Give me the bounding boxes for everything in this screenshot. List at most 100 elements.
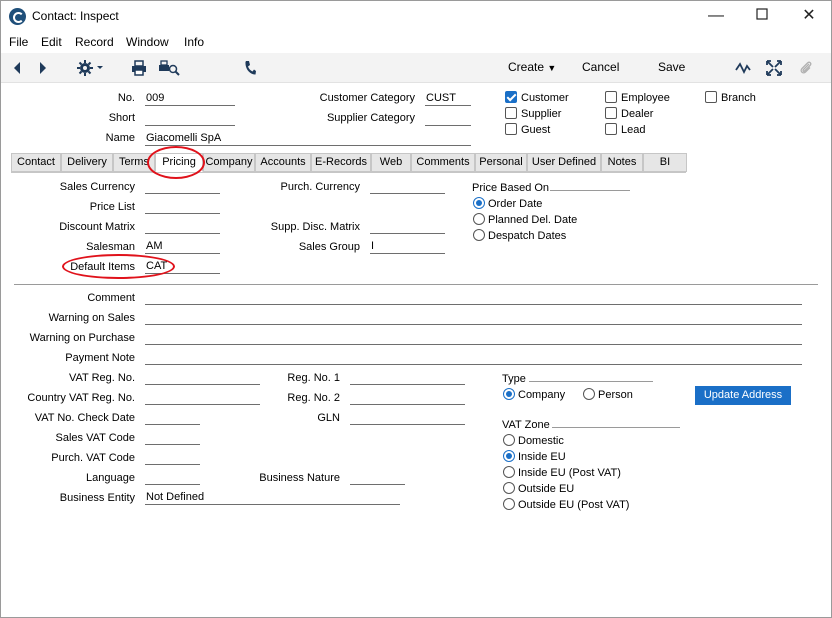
supp-disc-matrix-label: Supp. Disc. Matrix	[270, 221, 360, 233]
order-date-radio[interactable]	[473, 197, 485, 209]
pricing-tab-highlight	[147, 146, 205, 179]
salesman-field[interactable]: AM	[145, 239, 220, 254]
gear-icon[interactable]	[76, 59, 104, 77]
create-button-label: Create	[508, 60, 545, 74]
update-address-button[interactable]: Update Address	[695, 386, 791, 405]
tab-user-defined[interactable]: User Defined	[527, 153, 601, 172]
lead-checkbox[interactable]	[605, 123, 617, 135]
tab-web[interactable]: Web	[371, 153, 411, 172]
expand-icon[interactable]	[766, 59, 782, 77]
short-label: Short	[108, 112, 135, 124]
sales-currency-field[interactable]	[145, 179, 220, 194]
customer-category-field[interactable]: CUST	[425, 91, 471, 106]
purch-currency-field[interactable]	[370, 179, 445, 194]
guest-checkbox[interactable]	[505, 123, 517, 135]
outside-eu-post-vat-radio[interactable]	[503, 498, 515, 510]
despatch-dates-radio[interactable]	[473, 229, 485, 241]
sales-vat-code-field[interactable]	[145, 430, 200, 445]
guest-checkbox-label: Guest	[521, 124, 551, 136]
outside-eu-post-vat-label: Outside EU (Post VAT)	[518, 499, 630, 511]
tab-company[interactable]: Company	[203, 153, 255, 172]
customer-category-label: Customer Category	[319, 92, 415, 104]
tab-comments[interactable]: Comments	[411, 153, 475, 172]
tab-accounts[interactable]: Accounts	[255, 153, 311, 172]
business-entity-field[interactable]: Not Defined	[145, 490, 400, 505]
price-list-label: Price List	[89, 201, 135, 213]
menu-info[interactable]: Info	[184, 35, 204, 49]
business-nature-field[interactable]	[350, 470, 405, 485]
sales-group-field[interactable]: I	[370, 239, 445, 254]
supplier-category-field[interactable]	[425, 111, 471, 126]
no-label: No.	[117, 92, 135, 104]
dealer-checkbox[interactable]	[605, 107, 617, 119]
supplier-checkbox[interactable]	[505, 107, 517, 119]
tab-personal[interactable]: Personal	[475, 153, 527, 172]
print-preview-icon[interactable]	[158, 59, 180, 77]
create-button[interactable]: Create ▼	[508, 60, 556, 74]
payment-note-field[interactable]	[145, 350, 802, 365]
price-based-on-rule	[550, 190, 630, 191]
person-radio-label: Person	[598, 389, 633, 401]
tab-e-records[interactable]: E-Records	[311, 153, 371, 172]
reg-no-2-field[interactable]	[350, 390, 465, 405]
outside-eu-radio[interactable]	[503, 482, 515, 494]
language-field[interactable]	[145, 470, 200, 485]
default-items-highlight	[62, 254, 175, 279]
price-list-field[interactable]	[145, 199, 220, 214]
vat-check-date-field[interactable]	[145, 410, 200, 425]
discount-matrix-field[interactable]	[145, 219, 220, 234]
tab-bi[interactable]: BI	[643, 153, 687, 172]
tab-notes[interactable]: Notes	[601, 153, 643, 172]
company-radio-label: Company	[518, 389, 566, 401]
inside-eu-radio[interactable]	[503, 450, 515, 462]
vat-zone-rule	[552, 427, 680, 428]
tab-contact[interactable]: Contact	[11, 153, 61, 172]
print-icon[interactable]	[131, 59, 147, 77]
supp-disc-matrix-field[interactable]	[370, 219, 445, 234]
purch-vat-code-field[interactable]	[145, 450, 200, 465]
company-radio[interactable]	[503, 388, 515, 400]
name-field[interactable]: Giacomelli SpA	[145, 131, 471, 146]
planned-del-date-label: Planned Del. Date	[488, 214, 578, 226]
warning-on-sales-field[interactable]	[145, 310, 802, 325]
save-button[interactable]: Save	[658, 60, 685, 74]
domestic-radio[interactable]	[503, 434, 515, 446]
purch-vat-code-label: Purch. VAT Code	[51, 452, 135, 464]
employee-checkbox-label: Employee	[621, 92, 670, 104]
no-field[interactable]: 009	[145, 91, 235, 106]
planned-del-date-radio[interactable]	[473, 213, 485, 225]
sales-currency-label: Sales Currency	[59, 181, 135, 193]
warning-on-purchase-field[interactable]	[145, 330, 802, 345]
contact-window: Contact: Inspect — ✕ File Edit Record Wi…	[0, 0, 832, 618]
short-field[interactable]	[145, 111, 235, 126]
cancel-button[interactable]: Cancel	[582, 60, 619, 74]
menu-file[interactable]: File	[9, 35, 28, 49]
paperclip-icon[interactable]	[799, 59, 813, 77]
menu-window[interactable]: Window	[126, 35, 169, 49]
next-record-icon[interactable]	[37, 59, 49, 77]
comment-label: Comment	[87, 292, 135, 304]
menu-edit[interactable]: Edit	[41, 35, 62, 49]
warning-on-sales-label: Warning on Sales	[48, 312, 135, 324]
customer-checkbox[interactable]	[505, 91, 517, 103]
employee-checkbox[interactable]	[605, 91, 617, 103]
activity-icon[interactable]	[735, 59, 751, 77]
name-label: Name	[105, 132, 135, 144]
maximize-icon[interactable]	[751, 5, 773, 27]
vat-reg-no-field[interactable]	[145, 370, 260, 385]
gln-field[interactable]	[350, 410, 465, 425]
previous-record-icon[interactable]	[11, 59, 23, 77]
branch-checkbox[interactable]	[705, 91, 717, 103]
reg-no-1-field[interactable]	[350, 370, 465, 385]
menu-record[interactable]: Record	[75, 35, 114, 49]
inside-eu-post-vat-radio[interactable]	[503, 466, 515, 478]
phone-icon[interactable]	[243, 59, 257, 77]
comment-field[interactable]	[145, 290, 802, 305]
close-icon[interactable]: ✕	[798, 5, 820, 27]
country-vat-reg-no-field[interactable]	[145, 390, 260, 405]
tab-delivery[interactable]: Delivery	[61, 153, 113, 172]
lead-checkbox-label: Lead	[621, 124, 646, 136]
dealer-checkbox-label: Dealer	[621, 108, 654, 120]
person-radio[interactable]	[583, 388, 595, 400]
minimize-icon[interactable]: —	[705, 5, 727, 27]
